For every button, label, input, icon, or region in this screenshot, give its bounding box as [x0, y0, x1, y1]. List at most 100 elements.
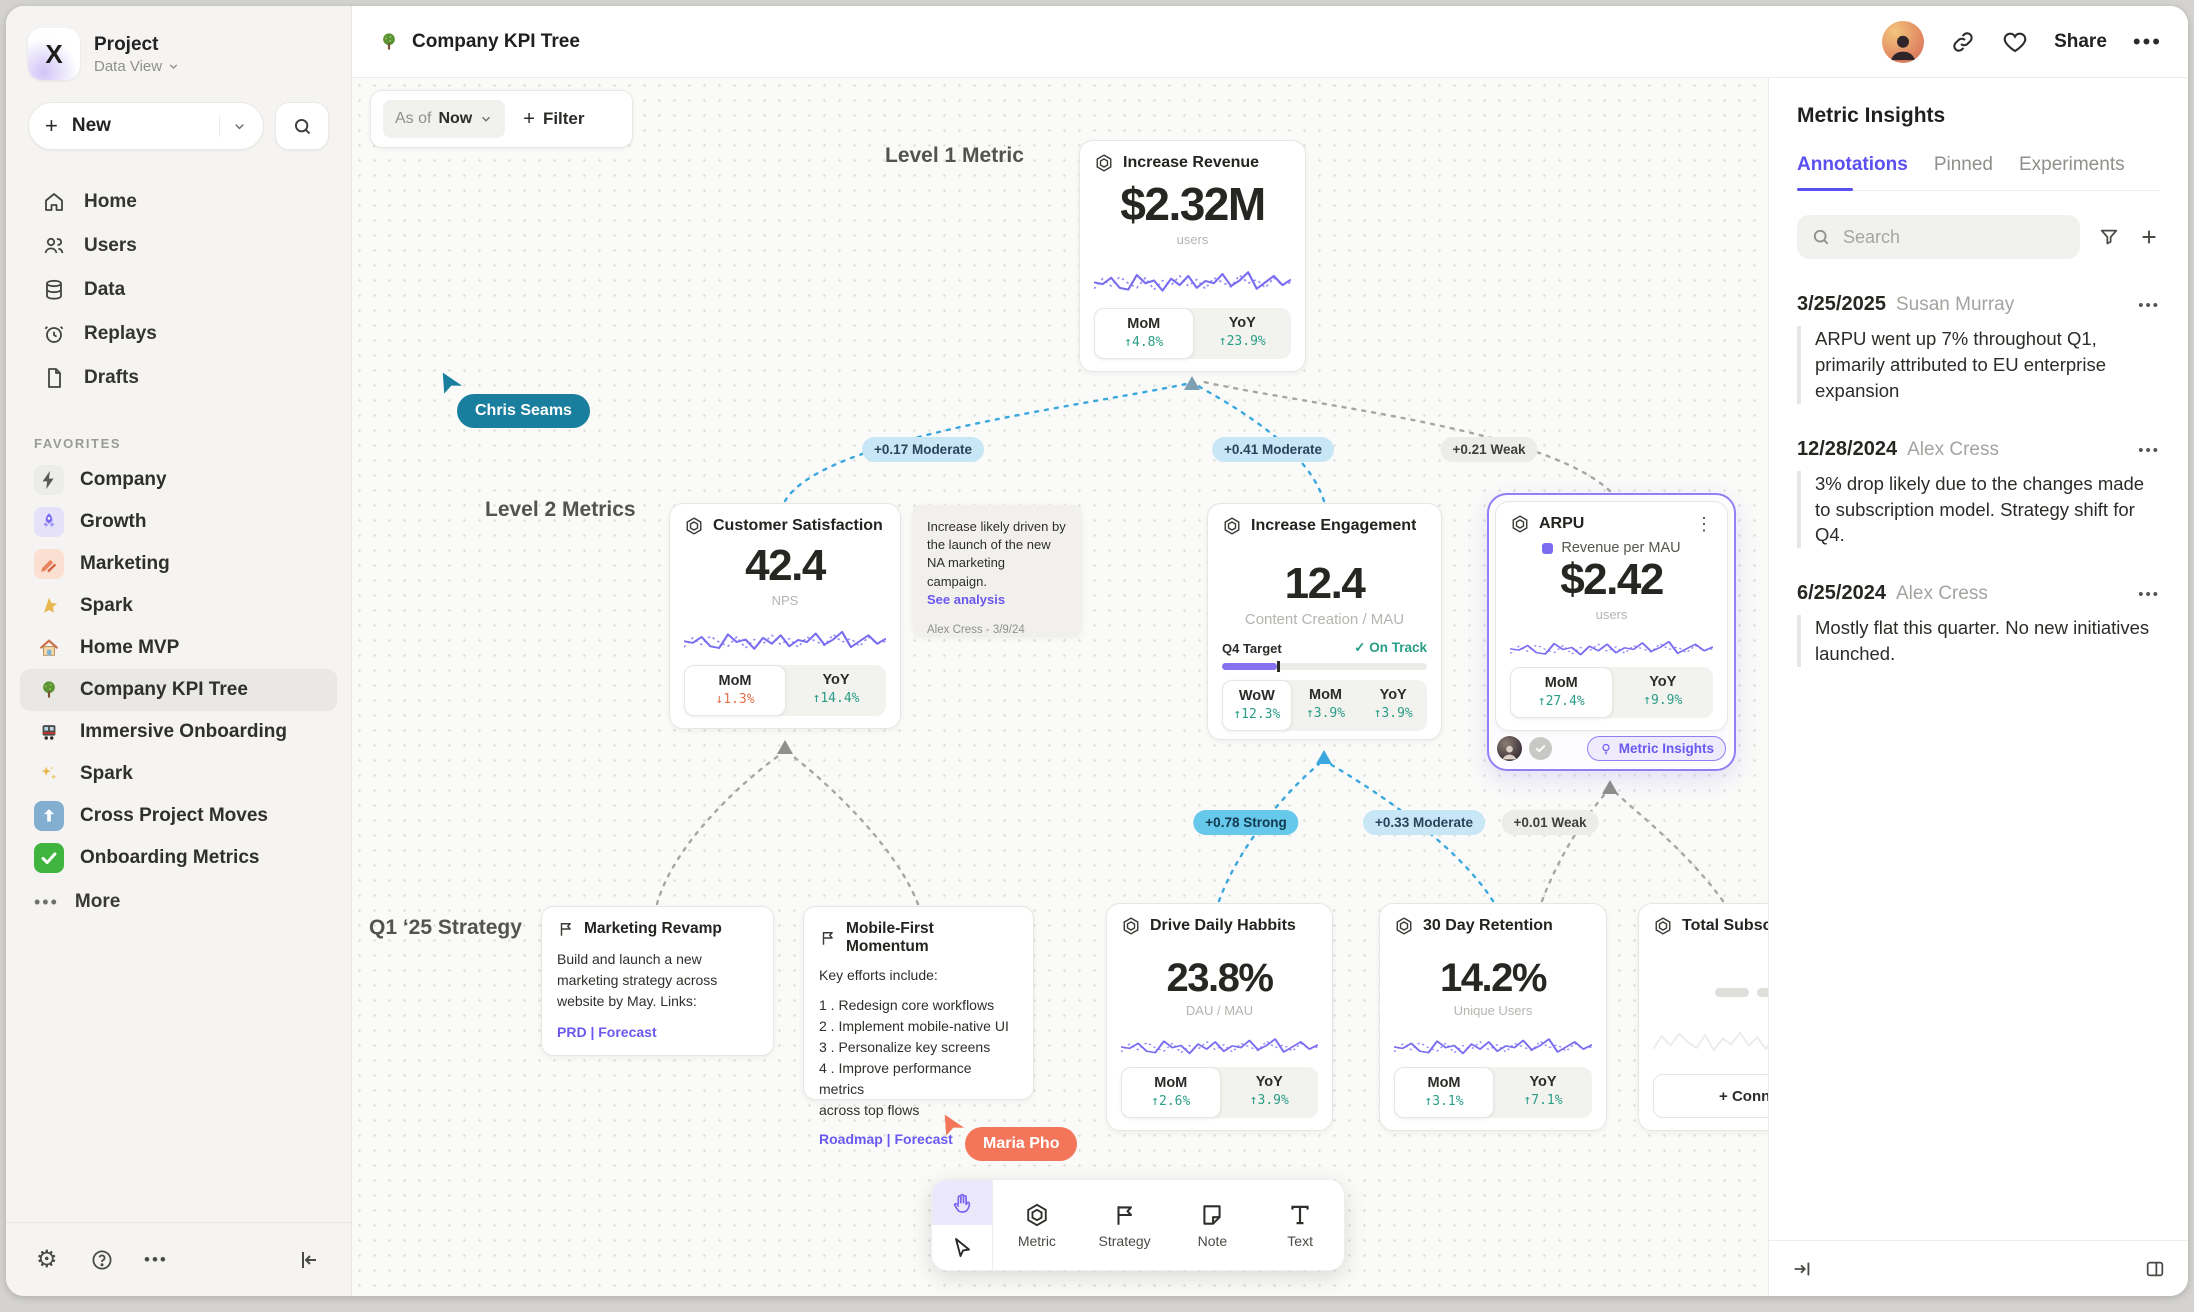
card-menu-icon[interactable]: ⋮: [1695, 517, 1713, 531]
tool-button[interactable]: Text: [1256, 1180, 1344, 1270]
favorite-item[interactable]: Onboarding Metrics: [20, 837, 337, 879]
page-title: Company KPI Tree: [378, 31, 580, 53]
metric-card-customer-satisfaction[interactable]: Customer Satisfaction 42.4 NPS MoM↓1.3% …: [669, 503, 901, 729]
sidebar-nav-item[interactable]: Replays: [20, 312, 337, 356]
select-tool[interactable]: [932, 1225, 992, 1270]
stat-wow[interactable]: WoW↑12.3%: [1222, 680, 1292, 731]
favorite-item[interactable]: Marketing: [20, 543, 337, 585]
stat-yoy[interactable]: YoY↑3.9%: [1221, 1067, 1319, 1118]
share-button[interactable]: Share: [2054, 31, 2107, 53]
favorite-item[interactable]: Spark: [20, 585, 337, 627]
annotation-item[interactable]: 6/25/2024 Alex Cress ••• Mostly flat thi…: [1797, 582, 2160, 667]
workspace-switcher[interactable]: X Project Data View: [6, 6, 351, 90]
annotation-item[interactable]: 3/25/2025 Susan Murray ••• ARPU went up …: [1797, 293, 2160, 404]
favorite-item[interactable]: Company KPI Tree: [20, 669, 337, 711]
favorite-label: Immersive Onboarding: [80, 721, 287, 743]
sidebar-more[interactable]: ••• More: [6, 879, 351, 925]
panel-tab[interactable]: Experiments: [2019, 154, 2125, 190]
as-of-selector[interactable]: As of Now: [383, 100, 505, 138]
metric-card-total-subscriptions[interactable]: Total Subscript + Connec: [1638, 903, 1768, 1131]
favorite-item[interactable]: Company: [20, 459, 337, 501]
collapse-sidebar-icon[interactable]: [297, 1248, 321, 1272]
sidebar-nav-item[interactable]: Home: [20, 180, 337, 224]
stat-mom[interactable]: MoM↓1.3%: [684, 665, 786, 716]
stat-yoy[interactable]: YoY↑7.1%: [1494, 1067, 1592, 1118]
metric-type-icon: [1510, 514, 1530, 534]
stat-yoy[interactable]: YoY↑14.4%: [786, 665, 886, 716]
favorite-item[interactable]: Growth: [20, 501, 337, 543]
search-button[interactable]: [275, 102, 329, 150]
add-annotation-icon[interactable]: [2138, 226, 2160, 248]
stat-yoy[interactable]: YoY↑9.9%: [1613, 667, 1714, 718]
panel-tab[interactable]: Pinned: [1934, 154, 1993, 190]
stat-mom[interactable]: MoM↑3.1%: [1394, 1067, 1494, 1118]
file-icon: [42, 366, 66, 390]
strategy-card-mobile-first[interactable]: Mobile-First Momentum Key efforts includ…: [803, 906, 1034, 1100]
collapse-panel-icon[interactable]: [1791, 1258, 1813, 1280]
metric-card-30-day-retention[interactable]: 30 Day Retention 14.2% Unique Users MoM↑…: [1379, 903, 1607, 1131]
favorite-heart-icon[interactable]: [2002, 29, 2028, 55]
metric-card-increase-engagement[interactable]: Increase Engagement 12.4 Content Creatio…: [1207, 503, 1442, 740]
annotation-menu-icon[interactable]: •••: [2138, 586, 2160, 603]
metric-unit: DAU / MAU: [1121, 1003, 1318, 1018]
edge-label-moderate[interactable]: +0.17 Moderate: [862, 437, 984, 462]
kpi-canvas[interactable]: As of Now + Filter Level 1 Metric Level …: [352, 78, 1768, 1296]
metric-card-arpu[interactable]: ARPU⋮ Revenue per MAU $2.42 users MoM↑27…: [1495, 501, 1728, 731]
favorite-item[interactable]: Spark: [20, 753, 337, 795]
chevron-down-icon[interactable]: [232, 119, 247, 134]
stat-mom[interactable]: MoM↑27.4%: [1510, 667, 1613, 718]
sidebar-nav-item[interactable]: Drafts: [20, 356, 337, 400]
app-window: X Project Data View + New Home Users: [6, 6, 2188, 1296]
stat-mom[interactable]: MoM↑4.8%: [1094, 308, 1194, 359]
favorite-item[interactable]: Home MVP: [20, 627, 337, 669]
annotation-menu-icon[interactable]: •••: [2138, 297, 2160, 314]
user-avatar[interactable]: [1882, 21, 1924, 63]
gear-icon[interactable]: ⚙: [36, 1248, 60, 1272]
strategy-card-marketing-revamp[interactable]: Marketing Revamp Build and launch a new …: [541, 906, 774, 1056]
copy-link-icon[interactable]: [1950, 29, 1976, 55]
panel-tab[interactable]: Annotations: [1797, 154, 1908, 190]
add-filter-button[interactable]: + Filter: [523, 108, 584, 131]
edge-label-moderate[interactable]: +0.33 Moderate: [1363, 810, 1485, 835]
favorite-item[interactable]: Immersive Onboarding: [20, 711, 337, 753]
edge-label-moderate[interactable]: +0.41 Moderate: [1212, 437, 1334, 462]
metric-card-arpu-selected[interactable]: ARPU⋮ Revenue per MAU $2.42 users MoM↑27…: [1487, 493, 1736, 771]
annotation-menu-icon[interactable]: •••: [2138, 442, 2160, 459]
favorite-label: Spark: [80, 763, 133, 785]
tool-button[interactable]: Note: [1169, 1180, 1257, 1270]
stat-mom[interactable]: MoM↑2.6%: [1121, 1067, 1221, 1118]
annotation-note-card[interactable]: Increase likely driven by the launch of …: [913, 505, 1081, 635]
help-icon[interactable]: [90, 1248, 114, 1272]
metric-card-drive-daily-habits[interactable]: Drive Daily Habbits 23.8% DAU / MAU MoM↑…: [1106, 903, 1333, 1131]
edge-label-strong[interactable]: +0.78 Strong: [1193, 810, 1298, 835]
sidebar-ellipsis-icon[interactable]: •••: [144, 1248, 168, 1272]
annotation-author: Alex Cress: [1896, 583, 1988, 605]
workspace-view-switcher[interactable]: Data View: [94, 58, 180, 75]
annotations-search[interactable]: [1797, 215, 2080, 259]
sidebar-nav-item[interactable]: Users: [20, 224, 337, 268]
stat-yoy[interactable]: YoY↑23.9%: [1194, 308, 1292, 359]
split-view-icon[interactable]: [2144, 1258, 2166, 1280]
edge-label-weak[interactable]: +0.01 Weak: [1502, 810, 1599, 835]
filter-icon[interactable]: [2098, 226, 2120, 248]
stat-yoy[interactable]: YoY↑3.9%: [1359, 680, 1427, 731]
note-see-analysis-link[interactable]: See analysis: [927, 591, 1067, 609]
new-button[interactable]: + New: [28, 102, 264, 150]
metric-card-increase-revenue[interactable]: Increase Revenue $2.32M users MoM↑4.8% Y…: [1079, 140, 1306, 372]
tool-button[interactable]: Strategy: [1081, 1180, 1169, 1270]
sidebar-nav-item[interactable]: Data: [20, 268, 337, 312]
favorite-label: Company KPI Tree: [80, 679, 248, 701]
edge-label-weak[interactable]: +0.21 Weak: [1441, 437, 1538, 462]
hand-tool[interactable]: [932, 1180, 992, 1225]
connect-data-button[interactable]: + Connec: [1653, 1074, 1768, 1118]
metric-unit: Content Creation / MAU: [1222, 611, 1427, 628]
annotation-item[interactable]: 12/28/2024 Alex Cress ••• 3% drop likely…: [1797, 438, 2160, 549]
metric-insights-button[interactable]: Metric Insights: [1587, 736, 1726, 761]
stat-mom[interactable]: MoM↑3.9%: [1292, 680, 1360, 731]
tool-button[interactable]: Metric: [993, 1180, 1081, 1270]
favorite-item[interactable]: Cross Project Moves: [20, 795, 337, 837]
strategy-links[interactable]: PRD | Forecast: [557, 1024, 758, 1040]
search-input[interactable]: [1841, 226, 2066, 249]
more-menu-icon[interactable]: •••: [2133, 29, 2162, 55]
target-status: ✓ On Track: [1354, 640, 1427, 656]
